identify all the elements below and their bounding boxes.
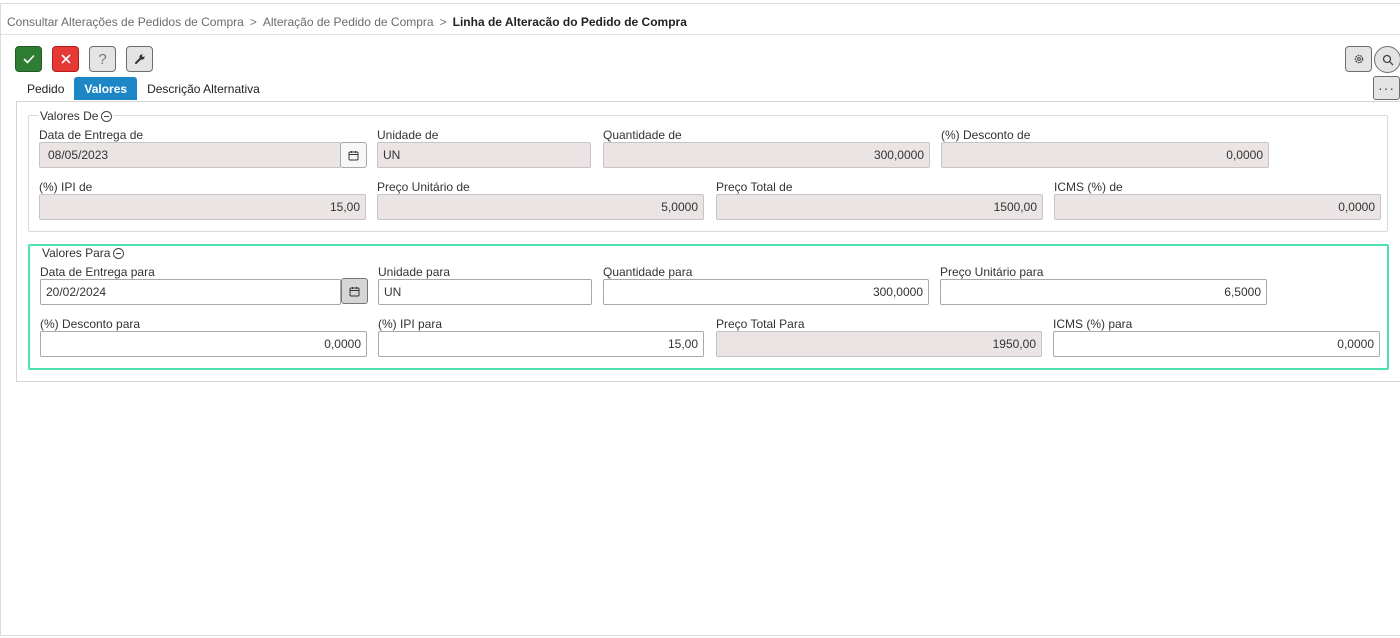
valores-de-title: Valores De [40, 109, 99, 123]
data-entrega-de-calendar-button[interactable] [340, 142, 367, 168]
desconto-de-label: (%) Desconto de [941, 128, 1031, 142]
check-icon [22, 54, 35, 64]
data-entrega-para-calendar-button[interactable] [341, 278, 368, 304]
valores-de-legend: Valores De [38, 109, 115, 123]
tab-descricao-alternativa[interactable]: Descrição Alternativa [137, 77, 270, 100]
gear-icon [1354, 54, 1363, 64]
breadcrumb-link-consultar[interactable]: Consultar Alterações de Pedidos de Compr… [7, 15, 244, 29]
tools-button[interactable] [126, 46, 153, 72]
icms-de-label: ICMS (%) de [1054, 180, 1123, 194]
breadcrumb: Consultar Alterações de Pedidos de Compr… [7, 14, 687, 30]
data-entrega-para-label: Data de Entrega para [40, 265, 155, 279]
data-entrega-de-field: 08/05/2023 [39, 142, 341, 168]
quantidade-de-label: Quantidade de [603, 128, 682, 142]
calendar-icon [349, 286, 360, 296]
calendar-icon [348, 150, 359, 160]
search-icon [1382, 54, 1393, 65]
tab-valores[interactable]: Valores [74, 77, 138, 100]
quantidade-de-field: 300,0000 [603, 142, 930, 168]
quantidade-para-input[interactable]: 300,0000 [603, 279, 929, 305]
breadcrumb-separator: > [439, 15, 447, 29]
unidade-de-field: UN [377, 142, 591, 168]
collapse-icon[interactable] [101, 110, 113, 122]
preco-unitario-para-label: Preço Unitário para [940, 265, 1044, 279]
breadcrumb-link-alteracao[interactable]: Alteração de Pedido de Compra [263, 15, 434, 29]
search-button[interactable] [1374, 46, 1400, 73]
desconto-para-label: (%) Desconto para [40, 317, 141, 331]
ipi-para-label: (%) IPI para [378, 317, 443, 331]
preco-total-de-label: Preço Total de [716, 180, 793, 194]
ellipsis-icon: ··· [1378, 80, 1395, 96]
preco-unitario-de-field: 5,0000 [377, 194, 704, 220]
preco-unitario-para-input[interactable]: 6,5000 [940, 279, 1267, 305]
confirm-button[interactable] [15, 46, 42, 72]
unidade-para-label: Unidade para [378, 265, 451, 279]
desconto-de-field: 0,0000 [941, 142, 1269, 168]
icms-de-field: 0,0000 [1054, 194, 1381, 220]
ipi-de-field: 15,00 [39, 194, 366, 220]
quantidade-para-label: Quantidade para [603, 265, 693, 279]
close-icon [60, 54, 71, 64]
collapse-icon[interactable] [113, 247, 125, 259]
preco-total-de-field: 1500,00 [716, 194, 1043, 220]
preco-total-para-label: Preço Total Para [716, 317, 805, 331]
ipi-para-input[interactable]: 15,00 [378, 331, 704, 357]
preco-total-para-field: 1950,00 [716, 331, 1042, 357]
tab-bar: Pedido Valores Descrição Alternativa [17, 77, 270, 100]
unidade-para-input[interactable]: UN [378, 279, 592, 305]
data-entrega-de-label: Data de Entrega de [39, 128, 144, 142]
help-button[interactable]: ? [89, 46, 116, 72]
cancel-button[interactable] [52, 46, 79, 72]
ipi-de-label: (%) IPI de [39, 180, 93, 194]
tab-pedido[interactable]: Pedido [17, 77, 74, 100]
valores-para-legend: Valores Para [40, 246, 127, 260]
icms-para-input[interactable]: 0,0000 [1053, 331, 1380, 357]
desconto-para-input[interactable]: 0,0000 [40, 331, 367, 357]
breadcrumb-current: Linha de Alteracão do Pedido de Compra [452, 15, 687, 29]
preco-unitario-de-label: Preço Unitário de [377, 180, 470, 194]
more-options-button[interactable]: ··· [1373, 76, 1400, 100]
help-icon: ? [98, 50, 107, 68]
data-entrega-para-input[interactable]: 20/02/2024 [40, 279, 341, 305]
icms-para-label: ICMS (%) para [1053, 317, 1133, 331]
header-divider [1, 34, 1400, 35]
valores-para-title: Valores Para [42, 246, 111, 260]
breadcrumb-separator: > [249, 15, 257, 29]
unidade-de-label: Unidade de [377, 128, 439, 142]
wrench-icon [134, 54, 145, 64]
settings-button[interactable] [1345, 46, 1372, 72]
